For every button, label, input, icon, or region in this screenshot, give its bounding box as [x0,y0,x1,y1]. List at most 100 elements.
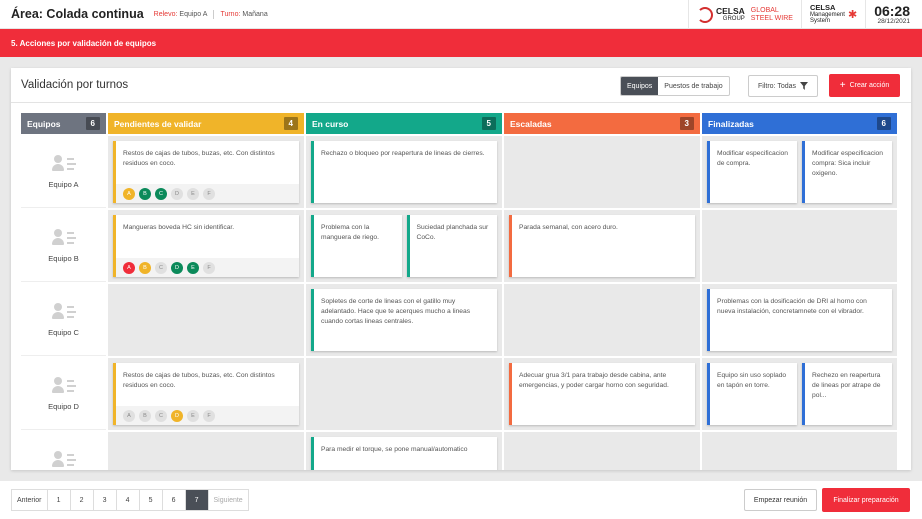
action-card[interactable]: Equipo sin uso soplado en tapón en torre… [707,363,797,425]
page-button[interactable]: 1 [48,490,71,510]
column-header-0: Equipos 6 [21,113,106,134]
action-card[interactable]: Rechezo en reapertura de lineas por atra… [802,363,892,425]
star-icon: ✱ [847,9,858,21]
turno-key: Turno: [220,10,241,18]
cell-esc: Adecuar grua 3/1 para trabajo desde cabi… [504,358,700,430]
team-badge: F [203,409,215,422]
start-meeting-button[interactable]: Empezar reunión [744,489,817,511]
action-card[interactable]: Problema con la manguera de riego. [311,215,402,277]
page-button[interactable]: 7 [185,490,209,510]
action-card[interactable]: Sopletes de corte de lineas con el gatil… [311,289,497,351]
column-header-2: En curso 5 [306,113,502,134]
prev-page-button[interactable]: Anterior [12,490,48,510]
action-text: Equipo sin uso soplado en tapón en torre… [717,372,787,389]
page-button[interactable]: 6 [163,490,186,510]
action-text: Parada semanal, con acero duro. [519,224,618,231]
team-icon [51,302,76,321]
cell-pend: Restos de cajas de tubos, buzas, etc. Co… [108,136,304,208]
validation-badges: ABCDEF [116,184,299,203]
app-header: Área: Colada continua Relevo: Equipo A T… [0,0,922,29]
divider [213,9,215,19]
team-badge: D [171,261,183,274]
column-header-4: Finalizadas 6 [702,113,897,134]
cell-pend [108,432,304,470]
action-card[interactable]: Para medir el torque, se pone manual/aut… [311,437,497,470]
action-card[interactable]: Restos de cajas de tubos, buzas, etc. Co… [113,363,299,425]
column-count: 6 [876,117,891,130]
team-badge: C [155,261,167,274]
column-label: Equipos [27,118,61,129]
action-card[interactable]: Rechazo o bloqueo por reapertura de line… [311,141,497,203]
team-icon [51,450,76,469]
page-button[interactable]: 2 [71,490,94,510]
action-card[interactable]: Restos de cajas de tubos, buzas, etc. Co… [113,141,299,203]
clock: 06:28 28/12/2021 [865,0,922,29]
equipo-cell[interactable]: Equipo C [21,284,106,356]
action-card[interactable]: Modificar especificacion de compra. [707,141,797,203]
panel-title: Validación por turnos [21,79,129,91]
equipo-cell[interactable]: Equipo E [21,432,106,470]
column-count: 4 [283,117,298,130]
cell-curso: Problema con la manguera de riego. Sucied… [306,210,502,282]
action-card[interactable]: Modificar especificacion compra: Sica in… [802,141,892,203]
cell-esc [504,136,700,208]
page-button[interactable]: 5 [140,490,163,510]
cell-fin [702,210,897,282]
cell-pend [108,284,304,356]
global-steel-wire-logo: GLOBAL STEEL WIRE [750,6,793,22]
view-toggle: Equipos Puestos de trabajo [620,76,730,96]
equipo-cell[interactable]: Equipo B [21,210,106,282]
column-count: 3 [679,117,694,130]
next-page-button[interactable]: Siguiente [209,490,248,510]
equipo-row: Equipo B Mangueras boveda HC sin identifi… [21,210,901,282]
pagination: Anterior 1 2 3 4 5 6 7 Siguiente [11,489,249,511]
cell-esc [504,432,700,470]
equipo-label: Equipo B [48,253,79,263]
team-icon [51,154,76,173]
filter-label: Filtro: Todas [758,82,796,90]
page-button[interactable]: 4 [117,490,140,510]
create-action-button[interactable]: + Crear acción [829,74,900,97]
cell-curso: Para medir el torque, se pone manual/aut… [306,432,502,470]
team-badge: C [155,409,167,422]
date: 28/12/2021 [877,18,910,25]
validation-badges: ABCDEF [116,406,299,425]
validation-badges: ABCDEF [116,258,299,277]
column-count: 5 [481,117,496,130]
celsa-group-logo: CELSA GROUP GLOBAL STEEL WIRE [687,0,801,29]
team-icon [51,376,76,395]
equipo-row: Equipo A Restos de cajas de tubos, buzas,… [21,136,901,208]
tab-equipos[interactable]: Equipos [621,77,659,95]
cell-esc: Parada semanal, con acero duro. [504,210,700,282]
cell-fin: Problemas con la dosificación de DRI al … [702,284,897,356]
action-card[interactable]: Parada semanal, con acero duro. [509,215,695,277]
page-button[interactable]: 3 [94,490,117,510]
column-count: 6 [85,117,100,130]
team-badge: E [187,261,199,274]
filter-button[interactable]: Filtro: Todas [748,75,818,97]
footer: Anterior 1 2 3 4 5 6 7 Siguiente Empezar reunión… [0,485,922,519]
team-badge: D [171,409,183,422]
action-card[interactable]: Adecuar grua 3/1 para trabajo desde cabi… [509,363,695,425]
action-card[interactable]: Suciedad planchada sur CoCo. [406,215,497,277]
equipo-label: Equipo C [48,327,79,337]
equipo-label: Equipo A [48,179,79,189]
cell-fin: Equipo sin uso soplado en tapón en torre… [702,358,897,430]
column-label: Finalizadas [708,118,754,129]
column-label: Escaladas [510,118,552,129]
action-card[interactable]: Problemas con la dosificación de DRI al … [707,289,892,351]
team-badge: B [139,261,151,274]
relevo-key: Relevo: [153,10,178,18]
equipo-row: Equipo E Para medir el torque, se pone ma… [21,432,901,470]
column-label: Pendientes de validar [114,118,202,129]
equipo-cell[interactable]: Equipo A [21,136,106,208]
action-card[interactable]: Mangueras boveda HC sin identificar. A B C D… [113,215,299,277]
action-text: Restos de cajas de tubos, buzas, etc. Co… [123,150,275,167]
finish-preparation-button[interactable]: Finalizar preparación [822,488,910,512]
equipo-cell[interactable]: Equipo D [21,358,106,430]
cell-esc [504,284,700,356]
plus-icon: + [839,80,846,91]
action-text: Restos de cajas de tubos, buzas, etc. Co… [123,372,275,389]
action-text: Sopletes de corte de lineas con el gatil… [321,298,471,325]
tab-puestos[interactable]: Puestos de trabajo [658,77,728,95]
